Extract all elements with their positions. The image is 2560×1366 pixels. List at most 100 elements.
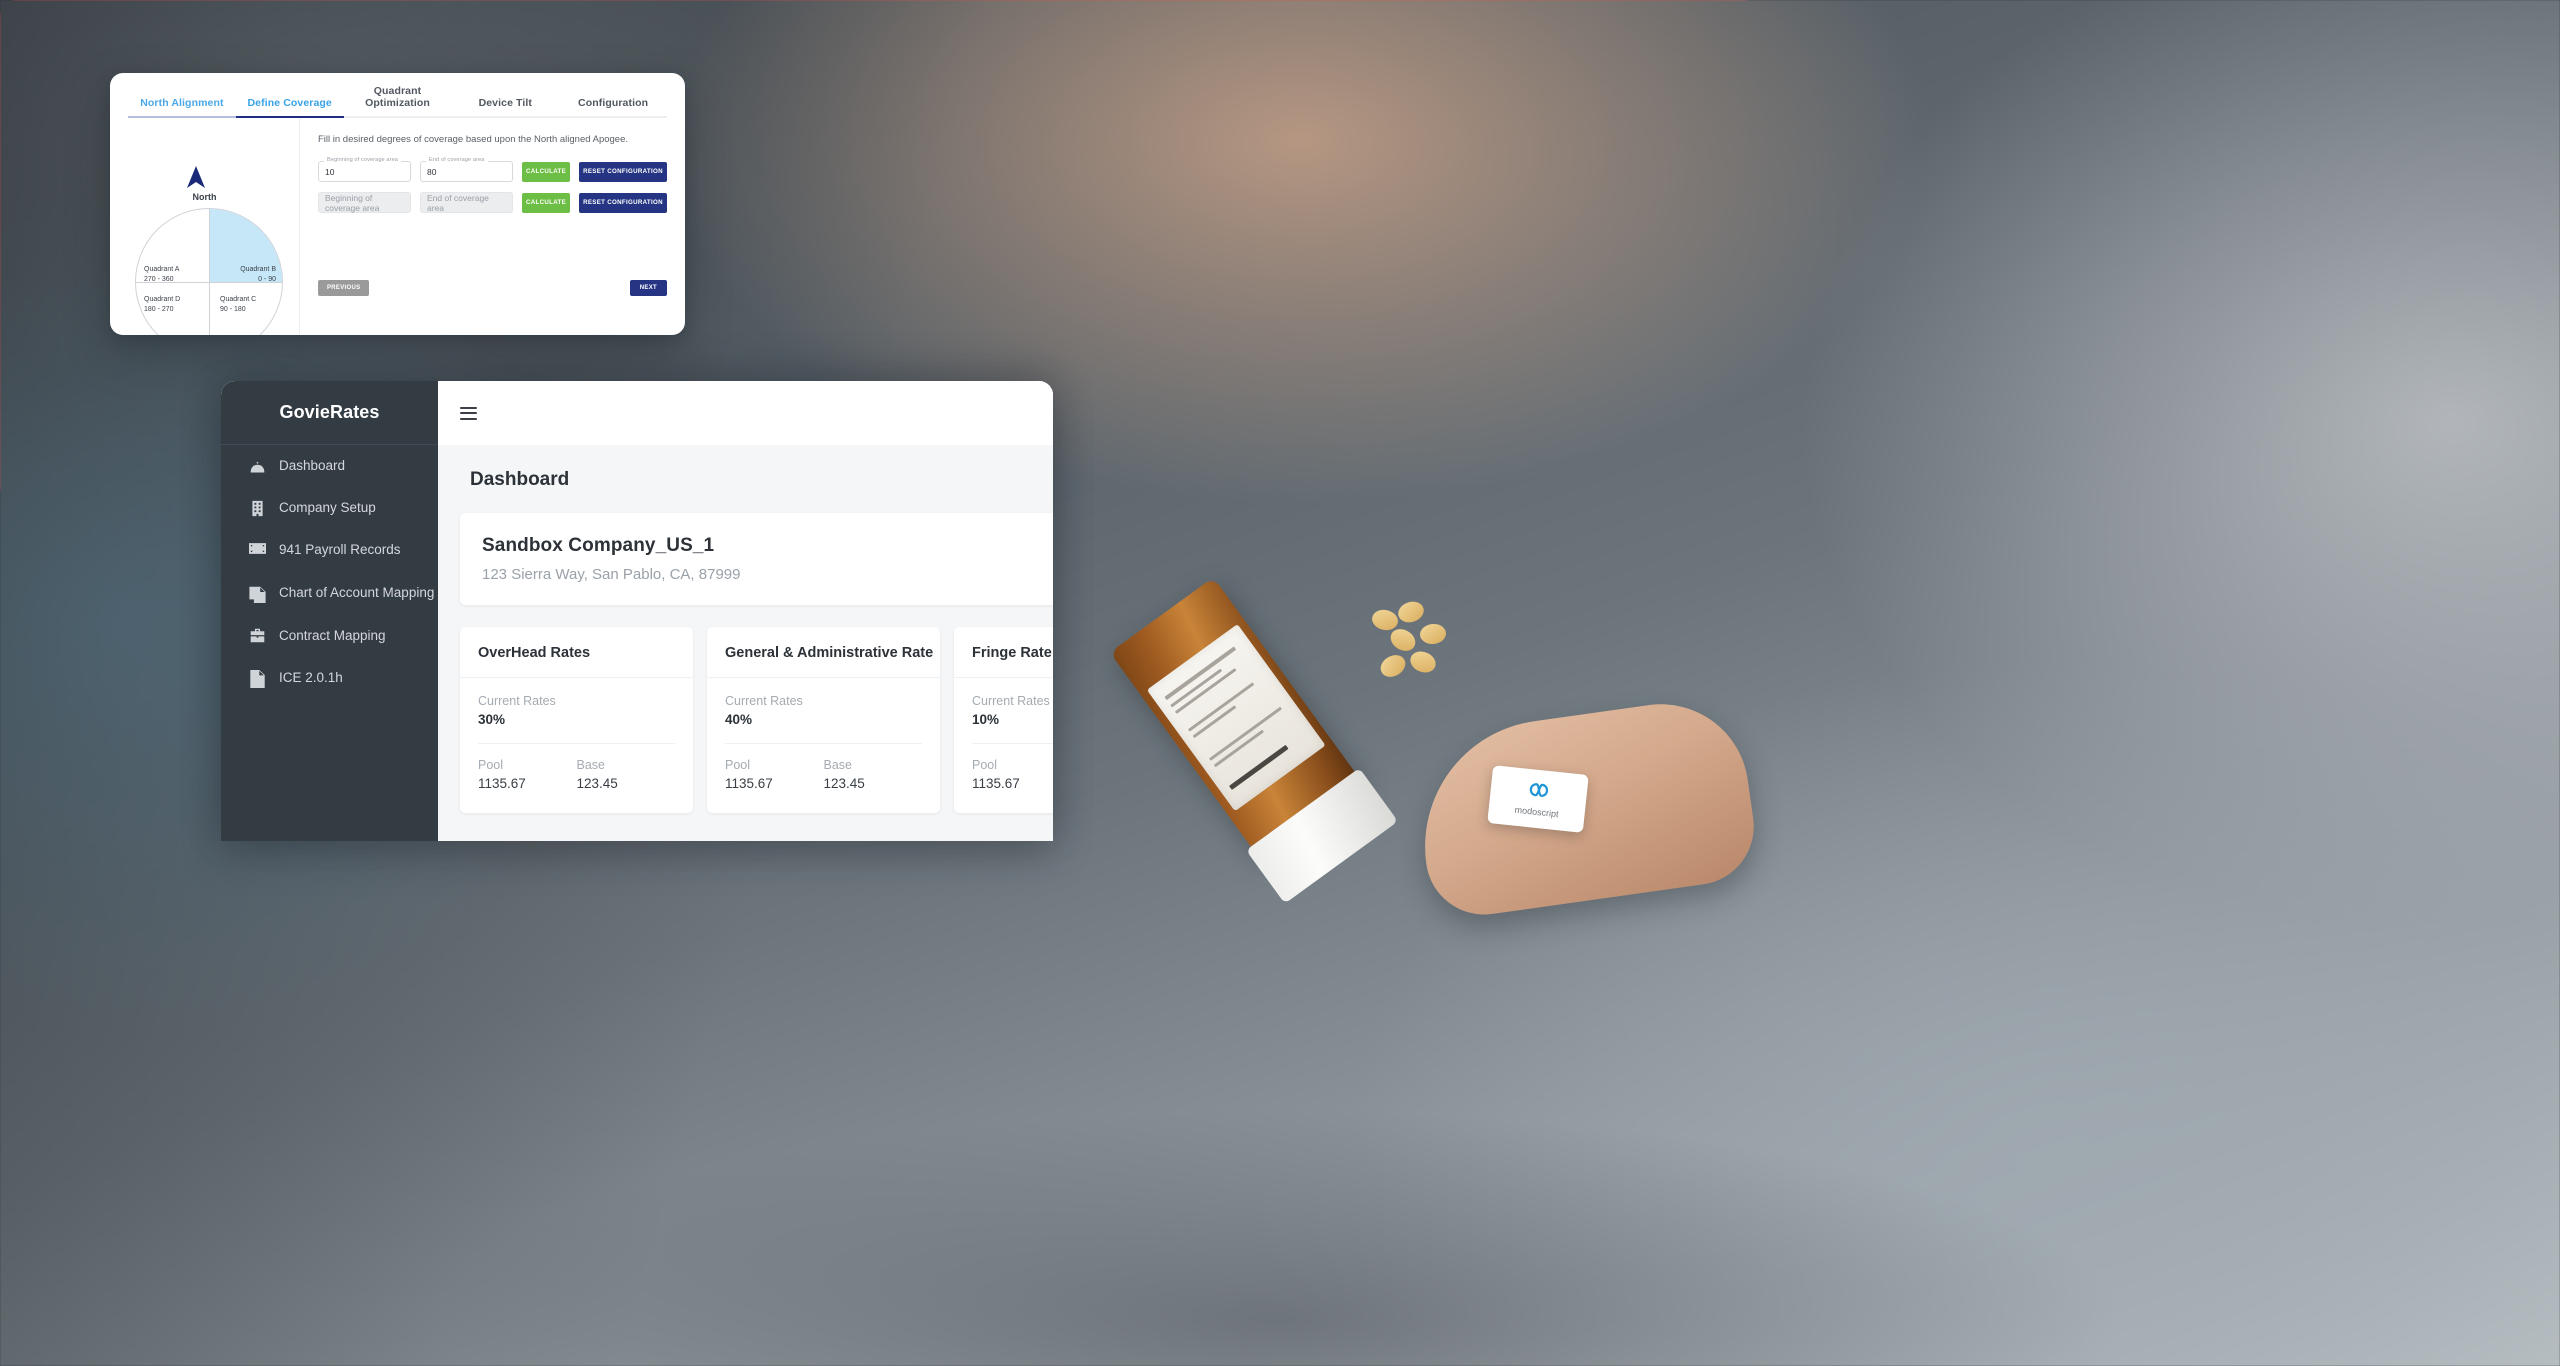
end-coverage-value-1: 80 — [427, 166, 437, 177]
begin-coverage-input-2[interactable]: Beginning of coverage area — [318, 192, 411, 213]
rate-card-overhead-title: OverHead Rates — [460, 627, 693, 678]
begin-coverage-placeholder-2: Beginning of coverage area — [325, 192, 380, 213]
quadrant-c-label: Quadrant C 90 - 180 — [220, 295, 256, 315]
sidebar-item-contract-mapping[interactable]: Contract Mapping — [221, 615, 438, 657]
excel-file-icon — [249, 669, 266, 688]
page-title: Dashboard — [470, 469, 570, 490]
rate-card-overhead-pool-base: Pool 1135.67 Base 123.45 — [478, 758, 675, 791]
sidebar-item-941-payroll-records[interactable]: 941 Payroll Records — [221, 529, 438, 571]
rate-card-fringe-pool-value: 1135.67 — [972, 776, 1020, 791]
rate-card-fringe-pool-base: Pool 1135.67 Base 123.45 — [972, 758, 1053, 791]
rate-card-overhead-base-value: 123.45 — [576, 776, 618, 791]
north-label: North — [192, 192, 217, 202]
rate-card-ga-pool-label: Pool — [725, 758, 751, 772]
govierates-brand: GovieRates — [221, 381, 438, 445]
rate-card-ga-current-label: Current Rates — [725, 694, 803, 708]
rate-card-fringe-divider — [972, 743, 1053, 744]
sidebar-item-dashboard-label: Dashboard — [279, 458, 346, 473]
rate-card-ga-title: General & Administrative Rate — [707, 627, 940, 678]
calculate-button-2[interactable]: CALCULATE — [522, 192, 570, 213]
sidebar-item-ice-2-0-1h[interactable]: ICE 2.0.1h — [221, 657, 438, 700]
sidebar-item-dashboard[interactable]: Dashboard — [221, 445, 438, 487]
compass-column: North Quadrant A 270 - 360 Quadrant B 0 … — [110, 118, 300, 335]
sidebar-item-ice-2-0-1h-label: ICE 2.0.1h — [279, 669, 343, 685]
sidebar-item-company-setup-label: Company Setup — [279, 500, 376, 516]
begin-coverage-input-1[interactable]: Beginning of coverage area 10 — [318, 157, 411, 182]
rate-card-ga-pool-value: 1135.67 — [725, 776, 773, 791]
rate-card-overhead-base-label: Base — [576, 758, 606, 772]
coverage-row-2: Beginning of coverage area End of covera… — [318, 192, 667, 213]
quadrant-c-name: Quadrant C — [220, 296, 257, 303]
rate-card-fringe-title: Fringe Rate — [954, 627, 1053, 678]
sidebar-item-chart-of-account-mapping-label: Chart of Account Mapping — [279, 584, 435, 600]
rate-card-overhead: OverHead Rates Current Rates 30% Pool 11… — [460, 627, 693, 813]
company-name: Sandbox Company_US_1 — [482, 535, 715, 556]
quadrant-a-label: Quadrant A 270 - 360 — [144, 265, 179, 285]
reset-configuration-button-1[interactable]: RESET CONFIGURATION — [579, 161, 667, 182]
coverage-instruction: Fill in desired degrees of coverage base… — [318, 134, 629, 145]
rate-card-fringe-current-value: 10% — [972, 712, 1000, 727]
sidebar-item-941-payroll-records-label: 941 Payroll Records — [279, 542, 401, 558]
rate-card-ga-current-value: 40% — [725, 712, 753, 727]
end-coverage-input-1[interactable]: End of coverage area 80 — [420, 157, 513, 182]
copy-documents-icon — [249, 585, 266, 603]
company-card: Sandbox Company_US_1 123 Sierra Way, San… — [460, 513, 1053, 605]
quadrant-b-label: Quadrant B 0 - 90 — [240, 265, 276, 285]
quadrant-b-name: Quadrant B — [240, 266, 276, 273]
end-coverage-placeholder-2: End of coverage area — [427, 192, 489, 213]
reset-configuration-button-2[interactable]: RESET CONFIGURATION — [579, 192, 667, 213]
wizard-nav-row: PREVIOUS NEXT — [318, 280, 667, 296]
quadrant-d-label: Quadrant D 180 - 270 — [144, 295, 180, 315]
rate-card-general-administrative: General & Administrative Rate Current Ra… — [707, 627, 940, 813]
briefcase-icon — [249, 628, 266, 643]
tab-quadrant-optimization[interactable]: Quadrant Optimization — [343, 85, 452, 118]
rate-card-overhead-pool-value: 1135.67 — [478, 776, 526, 791]
sidebar-item-contract-mapping-label: Contract Mapping — [279, 627, 386, 643]
calculate-button-1[interactable]: CALCULATE — [522, 161, 570, 182]
quadrant-vertical-divider — [209, 209, 210, 335]
next-button[interactable]: NEXT — [629, 280, 667, 296]
coverage-row-1: Beginning of coverage area 10 End of cov… — [318, 157, 667, 182]
rate-card-fringe-body: Current Rates 10% Pool 1135.67 Base 123.… — [954, 678, 1053, 813]
rate-card-fringe: Fringe Rate Current Rates 10% Pool 1135.… — [954, 627, 1053, 813]
end-coverage-legend-1: End of coverage area — [426, 157, 488, 163]
quadrant-c-range: 90 - 180 — [220, 306, 246, 314]
tab-define-coverage[interactable]: Define Coverage — [235, 97, 344, 118]
rate-cards-row: OverHead Rates Current Rates 30% Pool 11… — [460, 627, 1053, 813]
quadrant-b-range: 0 - 90 — [258, 276, 276, 284]
hamburger-menu-icon[interactable] — [460, 406, 477, 420]
money-icon — [249, 542, 266, 555]
rate-card-ga-base-value: 123.45 — [823, 776, 865, 791]
sidebar-item-company-setup[interactable]: Company Setup — [221, 487, 438, 529]
rate-card-fringe-current-label: Current Rates — [972, 694, 1050, 708]
quadrant-a-name: Quadrant A — [144, 266, 180, 273]
tab-north-alignment[interactable]: North Alignment — [128, 97, 236, 118]
sidebar-item-chart-of-account-mapping[interactable]: Chart of Account Mapping — [221, 572, 438, 615]
gauge-icon — [249, 458, 266, 475]
rate-card-ga-pool-base: Pool 1135.67 Base 123.45 — [725, 758, 922, 791]
end-coverage-input-2[interactable]: End of coverage area — [420, 192, 513, 213]
rate-card-overhead-current-value: 30% — [478, 712, 506, 727]
coverage-form-column: Fill in desired degrees of coverage base… — [300, 118, 685, 334]
begin-coverage-legend-1: Beginning of coverage area — [324, 157, 402, 163]
tab-device-tilt[interactable]: Device Tilt — [451, 97, 560, 118]
begin-coverage-value-1: 10 — [325, 166, 335, 177]
rate-card-overhead-divider — [478, 743, 675, 744]
govierates-sidebar: GovieRates Dashboard Company Setup 941 P… — [221, 381, 438, 841]
rate-card-fringe-pool-label: Pool — [972, 758, 998, 772]
coverage-body: North Quadrant A 270 - 360 Quadrant B 0 … — [110, 118, 685, 335]
building-icon — [249, 500, 266, 517]
rate-card-ga-body: Current Rates 40% Pool 1135.67 Base 123.… — [707, 678, 940, 813]
tab-configuration[interactable]: Configuration — [559, 97, 667, 118]
govierates-main: Dashboard Sandbox Company_US_1 123 Sierr… — [438, 381, 1053, 841]
govierates-topbar — [438, 381, 1053, 445]
previous-button[interactable]: PREVIOUS — [318, 280, 370, 296]
rate-card-ga-divider — [725, 743, 922, 744]
quadrant-d-name: Quadrant D — [144, 296, 181, 303]
rate-card-ga-base-label: Base — [823, 758, 853, 772]
rate-card-overhead-body: Current Rates 30% Pool 1135.67 Base 123.… — [460, 678, 693, 813]
govierates-panel: GovieRates Dashboard Company Setup 941 P… — [221, 381, 1053, 841]
quadrant-circle[interactable]: Quadrant A 270 - 360 Quadrant B 0 - 90 Q… — [135, 208, 283, 335]
coverage-wizard-panel: North Alignment Define Coverage Quadrant… — [110, 73, 685, 335]
rate-card-overhead-current-label: Current Rates — [478, 694, 556, 708]
